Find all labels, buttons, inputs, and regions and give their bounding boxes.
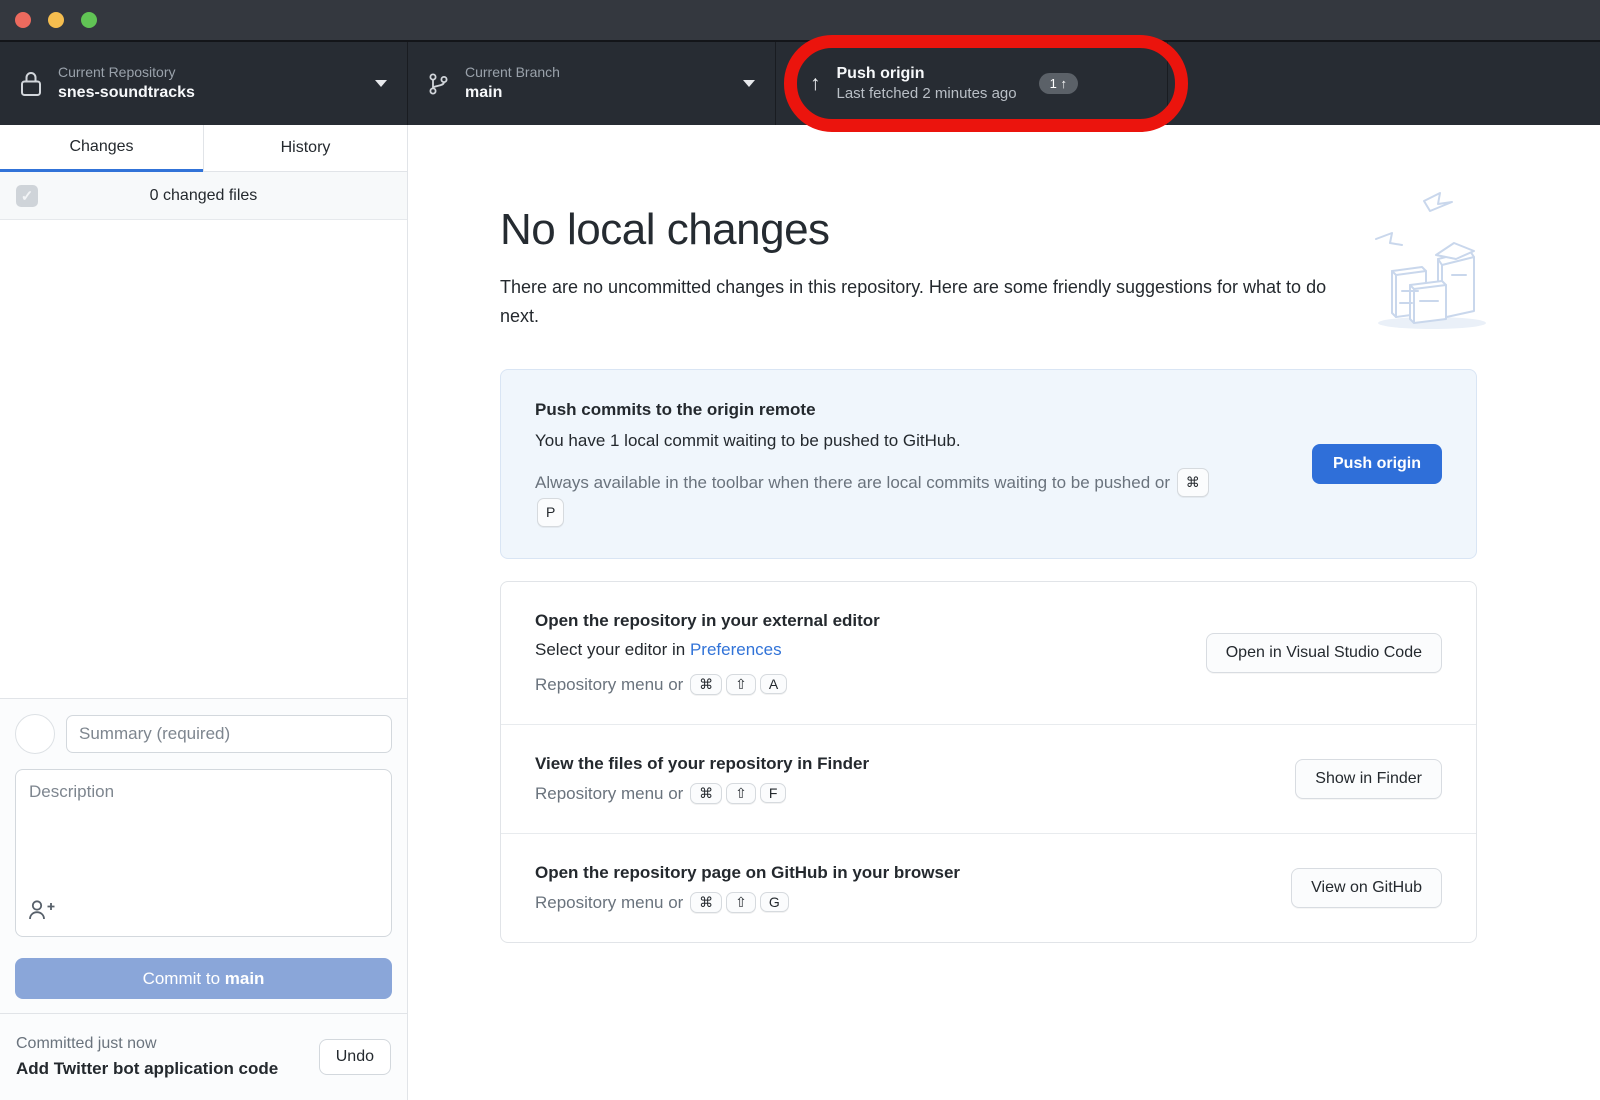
zoom-window-button[interactable] bbox=[81, 12, 97, 28]
push-panel-line: You have 1 local commit waiting to be pu… bbox=[535, 431, 1312, 451]
repository-label: Current Repository bbox=[58, 63, 195, 82]
push-panel-hint: Always available in the toolbar when the… bbox=[535, 468, 1227, 528]
changes-sidebar: Changes History ✓ 0 changed files Commit… bbox=[0, 125, 408, 1100]
branch-label: Current Branch bbox=[465, 63, 560, 82]
push-origin-title: Push origin bbox=[837, 63, 1017, 85]
paper-stack-illustration bbox=[1368, 191, 1492, 342]
close-window-button[interactable] bbox=[15, 12, 31, 28]
changed-files-list bbox=[0, 220, 407, 698]
tab-history[interactable]: History bbox=[203, 125, 407, 172]
current-repository-dropdown[interactable]: Current Repository snes-soundtracks bbox=[0, 42, 408, 125]
commit-message-text: Add Twitter bot application code bbox=[16, 1059, 278, 1079]
commit-status-text: Committed just now bbox=[16, 1035, 278, 1053]
suggestion-open-editor: Open the repository in your external edi… bbox=[501, 582, 1476, 725]
kbd-shift-key: ⇧ bbox=[726, 783, 756, 804]
suggestion-shortcut-hint: Repository menu or ⌘⇧G bbox=[535, 892, 1291, 913]
commit-summary-input[interactable] bbox=[66, 715, 392, 753]
branch-name: main bbox=[465, 82, 560, 104]
suggestion-editor-line: Select your editor in Preferences bbox=[535, 640, 1206, 660]
add-coauthor-icon[interactable] bbox=[28, 898, 55, 926]
chevron-down-icon bbox=[743, 80, 755, 87]
changed-files-count: 0 changed files bbox=[150, 187, 258, 205]
undo-commit-button[interactable]: Undo bbox=[319, 1039, 391, 1075]
kbd-a-key: A bbox=[760, 674, 787, 694]
show-in-finder-button[interactable]: Show in Finder bbox=[1295, 759, 1442, 799]
kbd-command-key: ⌘ bbox=[690, 892, 722, 913]
kbd-shift-key: ⇧ bbox=[726, 892, 756, 913]
kbd-command-key: ⌘ bbox=[690, 783, 722, 804]
avatar bbox=[15, 714, 55, 754]
main-content: No local changes There are no uncommitte… bbox=[408, 125, 1600, 1100]
minimize-window-button[interactable] bbox=[48, 12, 64, 28]
view-on-github-button[interactable]: View on GitHub bbox=[1291, 868, 1442, 908]
kbd-p-key: P bbox=[537, 498, 564, 527]
current-branch-dropdown[interactable]: Current Branch main bbox=[408, 42, 776, 125]
commit-description-input[interactable] bbox=[15, 769, 392, 937]
repository-name: snes-soundtracks bbox=[58, 82, 195, 104]
push-suggestion-panel: Push commits to the origin remote You ha… bbox=[500, 369, 1477, 559]
commit-to-main-button[interactable]: Commit to main bbox=[15, 958, 392, 999]
suggestion-show-in-finder: View the files of your repository in Fin… bbox=[501, 725, 1476, 834]
suggestion-shortcut-hint: Repository menu or ⌘⇧F bbox=[535, 783, 1295, 804]
suggestions-panel: Open the repository in your external edi… bbox=[500, 581, 1477, 943]
git-branch-icon bbox=[428, 71, 449, 97]
tab-changes[interactable]: Changes bbox=[0, 125, 203, 172]
changed-files-header: ✓ 0 changed files bbox=[0, 172, 407, 220]
kbd-g-key: G bbox=[760, 892, 789, 912]
commit-form: Commit to main bbox=[0, 698, 407, 1013]
arrow-up-icon: ↑ bbox=[810, 72, 821, 96]
open-in-editor-button[interactable]: Open in Visual Studio Code bbox=[1206, 633, 1442, 673]
push-origin-button[interactable]: Push origin bbox=[1312, 444, 1442, 484]
push-panel-title: Push commits to the origin remote bbox=[535, 400, 1312, 420]
kbd-shift-key: ⇧ bbox=[726, 674, 756, 695]
suggestion-view-on-github: Open the repository page on GitHub in yo… bbox=[501, 834, 1476, 942]
suggestion-title: View the files of your repository in Fin… bbox=[535, 754, 1295, 774]
lock-icon bbox=[20, 70, 42, 97]
suggestion-shortcut-hint: Repository menu or ⌘⇧A bbox=[535, 674, 1206, 695]
suggestion-title: Open the repository page on GitHub in yo… bbox=[535, 863, 1291, 883]
intro-text: There are no uncommitted changes in this… bbox=[500, 273, 1330, 331]
ahead-commits-badge: 1 ↑ bbox=[1039, 73, 1078, 94]
kbd-f-key: F bbox=[760, 783, 787, 803]
page-title: No local changes bbox=[500, 205, 1477, 255]
sidebar-tabs: Changes History bbox=[0, 125, 407, 172]
kbd-command-key: ⌘ bbox=[690, 674, 722, 695]
last-commit-banner: Committed just now Add Twitter bot appli… bbox=[0, 1013, 407, 1100]
kbd-command-key: ⌘ bbox=[1177, 468, 1209, 497]
suggestion-title: Open the repository in your external edi… bbox=[535, 611, 1206, 631]
last-fetched-text: Last fetched 2 minutes ago bbox=[837, 84, 1017, 104]
macos-titlebar bbox=[0, 0, 1600, 42]
select-all-checkbox[interactable]: ✓ bbox=[16, 185, 38, 207]
push-origin-toolbar-button[interactable]: ↑ Push origin Last fetched 2 minutes ago… bbox=[776, 42, 1168, 125]
chevron-down-icon bbox=[375, 80, 387, 87]
preferences-link[interactable]: Preferences bbox=[690, 640, 782, 659]
app-toolbar: Current Repository snes-soundtracks Curr… bbox=[0, 42, 1600, 125]
